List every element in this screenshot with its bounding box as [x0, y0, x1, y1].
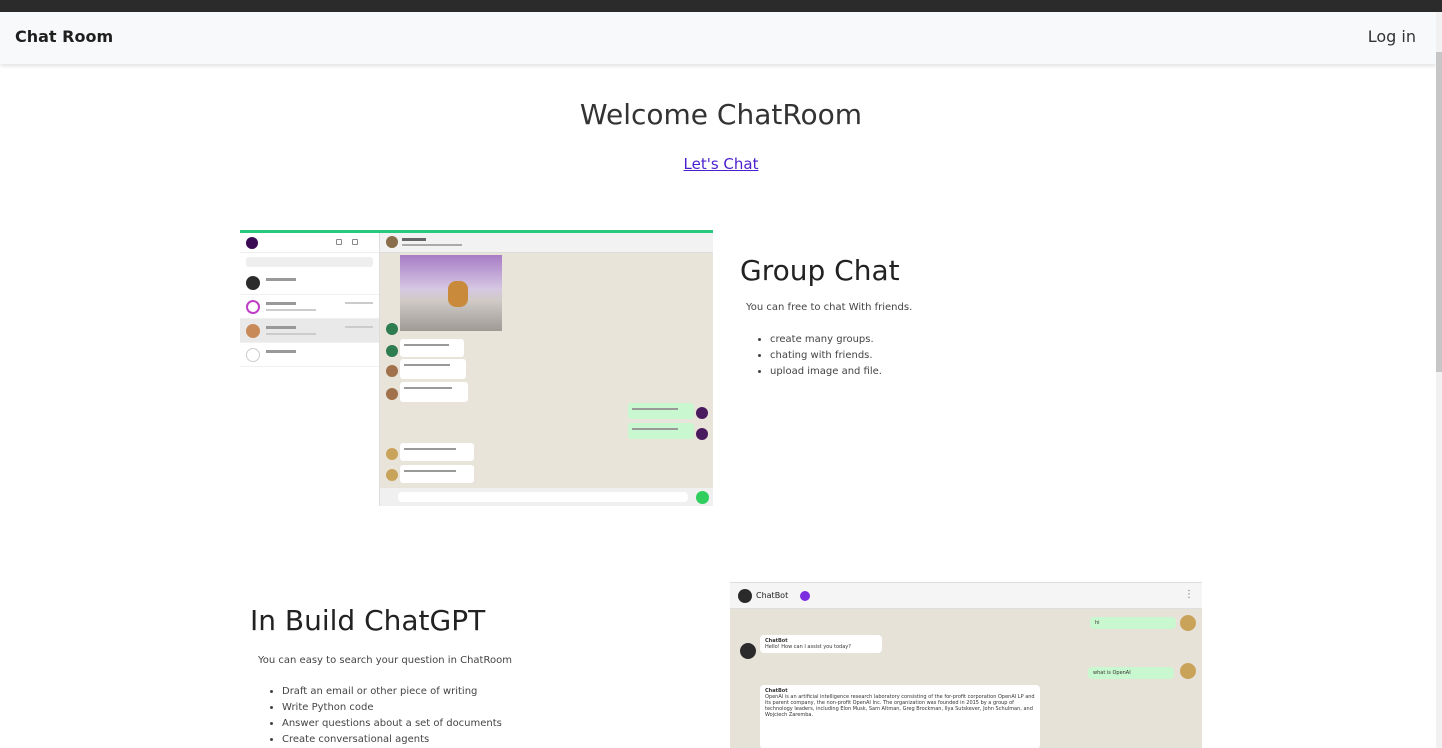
bot-message-text: OpenAI is an artificial intelligence res…: [765, 694, 1035, 718]
contact-avatar: [246, 276, 260, 290]
contact-time-line: [345, 326, 373, 328]
lets-chat-link[interactable]: Let's Chat: [684, 155, 759, 173]
feature-item: Answer questions about a set of document…: [282, 718, 502, 729]
group-avatar: [386, 236, 398, 248]
shared-dog-photo: [400, 255, 502, 331]
my-avatar: [1180, 663, 1196, 679]
verified-badge-icon: [800, 591, 810, 601]
sender-avatar: [386, 448, 398, 460]
hero-cta: Let's Chat: [0, 155, 1442, 173]
send-icon: [696, 491, 709, 504]
screenshot-message-input: [380, 488, 713, 506]
my-avatar: [696, 407, 708, 419]
chatgpt-title: In Build ChatGPT: [250, 604, 486, 637]
group-name-line: [402, 238, 426, 241]
contact-time-line: [345, 302, 373, 304]
login-link[interactable]: Log in: [1368, 27, 1416, 46]
sender-avatar: [386, 345, 398, 357]
bot-message-bubble: ChatBot Hello! How can I assist you toda…: [760, 635, 882, 653]
page-title: Welcome ChatRoom: [579, 98, 863, 131]
my-avatar: [696, 428, 708, 440]
contact-preview-line: [266, 333, 316, 335]
feature-item: Create conversational agents: [282, 734, 502, 745]
message-bubble: [400, 339, 464, 357]
screenshot-chat-area: [380, 233, 713, 506]
screenshot-contact: [240, 343, 379, 367]
screenshot-contact: [240, 319, 379, 343]
screenshot-sidebar-header: [240, 233, 379, 253]
screenshot-contact: [240, 295, 379, 319]
contact-avatar: [246, 348, 260, 362]
contact-name-line: [266, 302, 296, 305]
more-options-icon: ⋮: [1184, 589, 1194, 600]
contact-name-line: [266, 326, 296, 329]
screenshot-sidebar: [240, 233, 380, 506]
group-chat-title: Group Chat: [740, 254, 900, 287]
sender-avatar: [386, 388, 398, 400]
group-chat-features: create many groups. chating with friends…: [770, 334, 882, 382]
contact-avatar: [246, 324, 260, 338]
feature-item: create many groups.: [770, 334, 882, 345]
feature-item: Draft an email or other piece of writing: [282, 686, 502, 697]
contact-name-line: [266, 278, 296, 281]
chatbot-name: ChatBot: [756, 591, 789, 600]
feature-item: upload image and file.: [770, 366, 882, 377]
screenshot-contact: [240, 271, 379, 295]
sender-avatar: [386, 469, 398, 481]
contact-avatar: [246, 300, 260, 314]
input-field: [398, 492, 688, 502]
my-message-bubble: [628, 423, 694, 439]
brand-link[interactable]: Chat Room: [15, 27, 113, 46]
my-message-bubble: hi: [1090, 617, 1176, 629]
chatgpt-screenshot: ChatBot ⋮ hi ChatBot Hello! How can I as…: [730, 582, 1202, 748]
new-chat-icon: [336, 239, 342, 245]
message-bubble: [400, 359, 466, 379]
screenshot-search: [246, 257, 373, 267]
message-bubble: [400, 382, 468, 402]
bot-message-text: Hello! How can I assist you today?: [765, 644, 851, 650]
message-bubble: [400, 443, 474, 461]
group-members-line: [402, 244, 462, 246]
chatbot-header: ChatBot ⋮: [730, 583, 1202, 609]
dog-image: [448, 281, 468, 307]
chatgpt-features: Draft an email or other piece of writing…: [282, 686, 502, 748]
feature-item: Write Python code: [282, 702, 502, 713]
sender-avatar: [386, 323, 398, 335]
sender-avatar: [386, 365, 398, 377]
navbar: Chat Room Log in: [0, 12, 1436, 64]
group-chat-screenshot: [240, 230, 713, 506]
screenshot-chat-header: [380, 233, 713, 253]
contact-preview-line: [266, 309, 316, 311]
bot-message-bubble: ChatBot OpenAI is an artificial intellig…: [760, 685, 1040, 748]
chatbot-avatar: [738, 589, 752, 603]
chatbot-avatar: [740, 643, 756, 659]
user-avatar: [246, 237, 258, 249]
chatgpt-description: You can easy to search your question in …: [258, 655, 512, 666]
feature-item: chating with friends.: [770, 350, 882, 361]
menu-icon: [352, 239, 358, 245]
group-chat-description: You can free to chat With friends.: [746, 302, 913, 313]
contact-name-line: [266, 350, 296, 353]
message-bubble: [400, 465, 474, 483]
my-message-bubble: what is OpenAI: [1088, 667, 1174, 679]
my-avatar: [1180, 615, 1196, 631]
my-message-bubble: [628, 403, 694, 419]
window-top-border: [0, 0, 1442, 12]
